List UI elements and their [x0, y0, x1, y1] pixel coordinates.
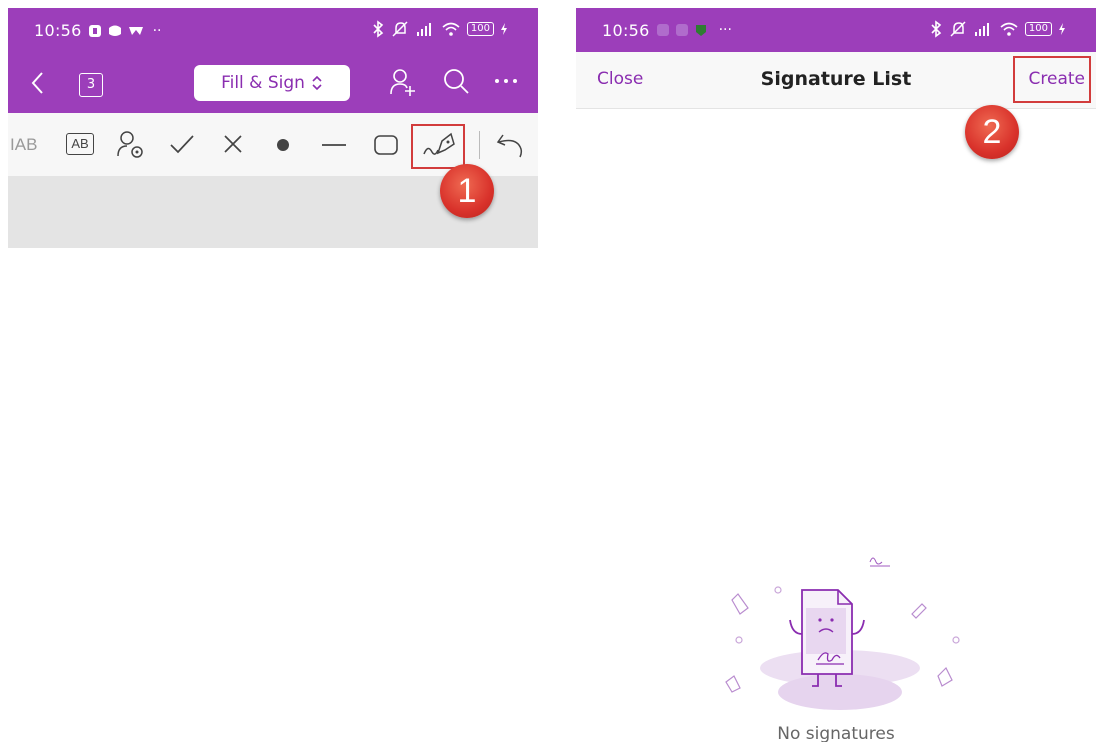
charging-icon	[1059, 23, 1065, 35]
charging-icon	[501, 23, 507, 35]
app-notification-icon	[695, 25, 706, 36]
rectangle-icon[interactable]	[373, 134, 399, 156]
person-settings-icon[interactable]	[115, 129, 147, 161]
status-time: 10:56	[602, 20, 650, 40]
app-notification-icon	[128, 26, 143, 35]
cross-icon[interactable]	[222, 133, 244, 155]
mute-icon	[950, 21, 966, 37]
app-notification-icon	[88, 24, 101, 37]
empty-signatures-illustration	[725, 557, 960, 710]
bluetooth-icon	[931, 20, 942, 38]
step-marker-1: 1	[440, 164, 494, 218]
text-tool-button[interactable]: IAB	[10, 135, 37, 155]
signal-icon	[974, 23, 989, 36]
status-bar: 10:56 ·· 100	[8, 8, 538, 53]
system-status-icons: 100	[371, 20, 508, 38]
battery-icon: 100	[466, 22, 494, 36]
line-icon[interactable]	[321, 143, 347, 147]
empty-state-text: No signatures	[777, 724, 895, 742]
signal-icon	[416, 23, 431, 36]
app-notification-icon	[656, 24, 669, 36]
wifi-icon	[1000, 22, 1018, 36]
signature-list-screen: 10:56 ··· 100 Close Signature List Creat…	[576, 8, 1096, 742]
toolbar-divider	[479, 131, 480, 159]
app-notification-icon	[108, 25, 121, 36]
more-dots-icon[interactable]	[494, 77, 518, 85]
add-person-icon[interactable]	[388, 67, 418, 97]
step-marker-2: 2	[965, 105, 1019, 159]
signature-tool-highlight	[411, 124, 465, 169]
back-chevron-icon[interactable]	[28, 70, 48, 96]
dot-icon[interactable]	[276, 138, 290, 152]
battery-icon: 100	[1024, 22, 1052, 36]
signature-list-nav: Close Signature List Create	[576, 52, 1096, 109]
mute-icon	[392, 21, 408, 37]
mode-label: Fill & Sign	[221, 73, 305, 93]
chevron-updown-icon	[312, 75, 322, 91]
system-status-icons: 100	[929, 20, 1066, 38]
boxed-text-tool-button[interactable]: AB	[66, 133, 94, 155]
create-button-highlight	[1013, 56, 1091, 103]
wifi-icon	[442, 22, 460, 36]
mode-selector-button[interactable]: Fill & Sign	[194, 65, 350, 101]
bluetooth-icon	[373, 20, 384, 38]
fill-sign-screen: 10:56 ·· 100 3 Fill & Sign IAB AB 1	[8, 8, 538, 248]
notification-icons: ···	[656, 22, 732, 38]
status-bar: 10:56 ··· 100	[576, 8, 1096, 52]
search-icon[interactable]	[441, 67, 471, 97]
checkmark-icon[interactable]	[169, 133, 195, 155]
notification-icons: ··	[88, 23, 162, 39]
undo-icon[interactable]	[495, 131, 529, 161]
app-bar: 3 Fill & Sign	[8, 53, 538, 113]
page-count-button[interactable]: 3	[79, 73, 103, 97]
app-notification-icon	[675, 24, 688, 36]
status-time: 10:56	[34, 21, 82, 40]
